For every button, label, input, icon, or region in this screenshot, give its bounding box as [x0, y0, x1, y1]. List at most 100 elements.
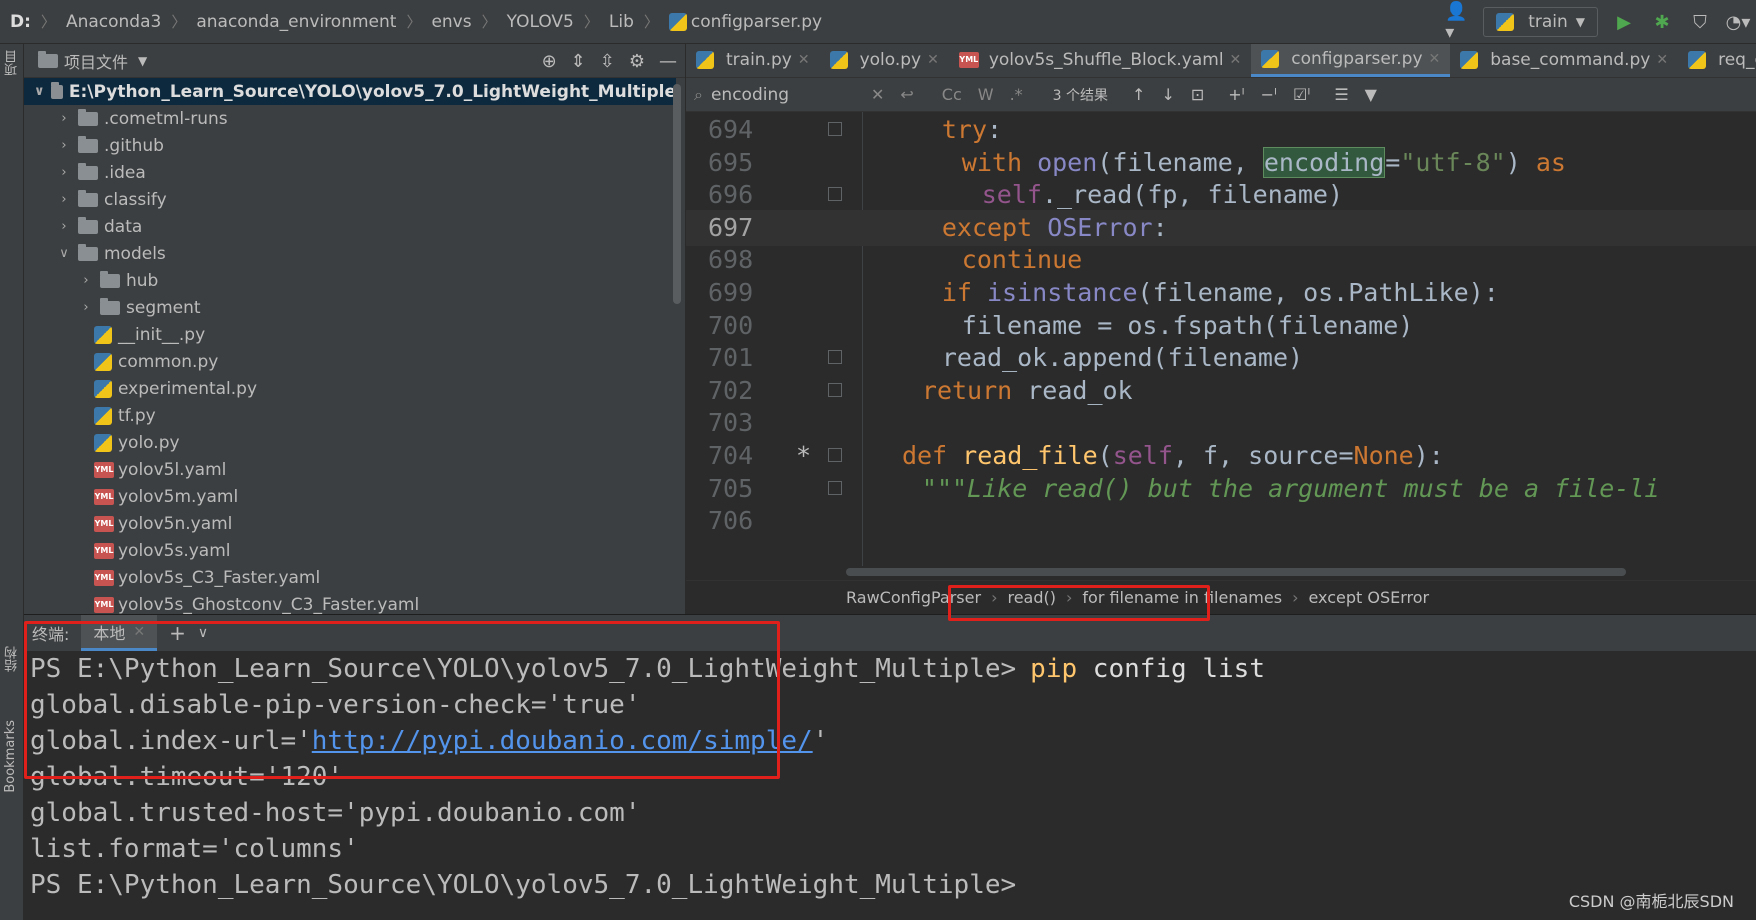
breadcrumb-item[interactable]: Lib	[609, 12, 634, 32]
tree-item[interactable]: yolo.py	[24, 429, 676, 456]
search-input[interactable]	[710, 84, 871, 105]
history-icon[interactable]: ↩	[900, 85, 913, 104]
words-toggle[interactable]: W	[978, 85, 994, 104]
arrow-up-icon[interactable]: ↑	[1132, 85, 1145, 104]
code-line[interactable]: 701 read_ok.append(filename)	[686, 340, 1756, 376]
tree-item[interactable]: › classify	[24, 186, 676, 213]
tree-item[interactable]: YML yolov5n.yaml	[24, 510, 676, 537]
tree-item[interactable]: › data	[24, 213, 676, 240]
tree-item[interactable]: ∨ E:\Python_Learn_Source\YOLO\yolov5_7.0_…	[24, 78, 676, 105]
breadcrumb-file[interactable]: configparser.py	[691, 12, 822, 32]
code-line[interactable]: 704 * def read_file(self, f, source=None):	[686, 438, 1756, 474]
add-occurrence-icon[interactable]: +ᴵ	[1228, 85, 1244, 104]
chevron-right-icon[interactable]: ›	[56, 138, 72, 153]
tree-item[interactable]: › .idea	[24, 159, 676, 186]
select-all-icon[interactable]: ⊡	[1191, 85, 1204, 104]
chevron-right-icon[interactable]: ›	[78, 300, 94, 315]
locate-icon[interactable]: ⊕	[542, 51, 557, 72]
chevron-right-icon[interactable]: ›	[56, 165, 72, 180]
tree-item[interactable]: › segment	[24, 294, 676, 321]
code-line[interactable]: 696 self._read(fp, filename)	[686, 177, 1756, 213]
expand-all-icon[interactable]: ⇕	[571, 51, 586, 72]
run-icon[interactable]: ▶	[1612, 10, 1636, 34]
select-occurrences-icon[interactable]: ☑ᴵ	[1293, 85, 1310, 104]
chevron-right-icon[interactable]: ›	[78, 273, 94, 288]
user-icon[interactable]: 👤▾	[1445, 1, 1469, 43]
tree-item[interactable]: › .cometml-runs	[24, 105, 676, 132]
bookmarks-tool-label[interactable]: Bookmarks	[3, 720, 18, 793]
hide-icon[interactable]: —	[659, 51, 677, 72]
fold-marker-icon[interactable]	[828, 187, 842, 202]
editor-tab[interactable]: req_command.	[1678, 44, 1756, 77]
code-line[interactable]: 702 return read_ok	[686, 373, 1756, 409]
chevron-right-icon[interactable]: ›	[56, 192, 72, 207]
tree-item[interactable]: tf.py	[24, 402, 676, 429]
code-editor[interactable]: 694 try: 695 with open(filename, encoding="…	[686, 112, 1756, 566]
tree-item[interactable]: YML yolov5l.yaml	[24, 456, 676, 483]
editor-tab[interactable]: YML yolov5s_Shuffle_Block.yaml ✕	[949, 44, 1251, 77]
tree-item[interactable]: ∨ models	[24, 240, 676, 267]
fold-marker-icon[interactable]	[828, 122, 842, 136]
filter-lines-icon[interactable]: ☰	[1334, 85, 1348, 104]
chevron-down-icon[interactable]: ▼	[138, 54, 147, 68]
chevron-right-icon[interactable]: ›	[56, 219, 72, 234]
breadcrumb-drive[interactable]: D:	[10, 12, 31, 32]
code-line[interactable]: 706	[686, 503, 1756, 539]
editor-tab[interactable]: configparser.py ✕	[1251, 44, 1451, 77]
structure-tool-label[interactable]: 结构	[3, 646, 22, 672]
tree-item[interactable]: YML yolov5s_C3_Faster.yaml	[24, 564, 676, 591]
collapse-all-icon[interactable]: ⇳	[600, 51, 615, 72]
breadcrumb-item[interactable]: YOLOV5	[507, 12, 574, 32]
filter-icon[interactable]: ▼	[1365, 85, 1377, 104]
breadcrumb-item[interactable]: envs	[431, 12, 471, 32]
code-line[interactable]: 698 continue	[686, 242, 1756, 278]
code-line[interactable]: 705 """Like read() but the argument must …	[686, 471, 1756, 507]
tree-item[interactable]: YML yolov5m.yaml	[24, 483, 676, 510]
tree-item[interactable]: › hub	[24, 267, 676, 294]
match-case-toggle[interactable]: Cc	[942, 85, 962, 104]
regex-toggle[interactable]: .*	[1010, 85, 1023, 104]
code-line[interactable]: 697 except OSError:	[686, 209, 1756, 246]
profile-icon[interactable]: ◔▾	[1726, 10, 1751, 34]
project-tool-label[interactable]: 项目	[3, 50, 22, 76]
code-line[interactable]: 699 if isinstance(filename, os.PathLike):	[686, 275, 1756, 311]
chevron-down-icon[interactable]: ∨	[34, 84, 45, 99]
tree-item[interactable]: __init__.py	[24, 321, 676, 348]
tree-item[interactable]: YML yolov5s_Ghostconv_C3_Faster.yaml	[24, 591, 676, 614]
debug-icon[interactable]: ✱	[1650, 10, 1674, 34]
close-icon[interactable]: ✕	[1656, 52, 1668, 68]
editor-tab[interactable]: yolo.py ✕	[820, 44, 949, 77]
arrow-down-icon[interactable]: ↓	[1161, 85, 1174, 104]
fold-marker-icon[interactable]	[828, 480, 842, 495]
coverage-icon[interactable]: ⛉	[1688, 10, 1712, 34]
editor-breadcrumb-item[interactable]: except OSError	[1308, 588, 1429, 607]
scrollbar[interactable]	[673, 84, 681, 304]
breadcrumb-item[interactable]: Anaconda3	[66, 12, 161, 32]
code-line[interactable]: 703	[686, 405, 1756, 441]
fold-marker-icon[interactable]	[828, 350, 842, 365]
chevron-right-icon[interactable]: ›	[56, 111, 72, 126]
tree-item[interactable]: › .github	[24, 132, 676, 159]
breadcrumb-item[interactable]: anaconda_environment	[196, 12, 396, 32]
remove-occurrence-icon[interactable]: −ᴵ	[1261, 85, 1277, 104]
editor-tab[interactable]: base_command.py ✕	[1450, 44, 1678, 77]
close-icon[interactable]: ✕	[1429, 51, 1441, 67]
editor-tab[interactable]: train.py ✕	[686, 44, 820, 77]
horizontal-scrollbar[interactable]	[846, 568, 1626, 576]
close-icon[interactable]: ✕	[798, 52, 810, 68]
close-icon[interactable]: ✕	[927, 52, 939, 68]
clear-icon[interactable]: ✕	[871, 85, 884, 104]
fold-marker-icon[interactable]	[828, 382, 842, 397]
run-config-select[interactable]: train ▼	[1483, 7, 1598, 37]
code-line[interactable]: 700 filename = os.fspath(filename)	[686, 308, 1756, 344]
tree-item[interactable]: experimental.py	[24, 375, 676, 402]
gear-icon[interactable]: ⚙	[629, 51, 645, 72]
code-line[interactable]: 694 try:	[686, 112, 1756, 148]
fold-marker-icon[interactable]	[828, 448, 842, 462]
code-line[interactable]: 695 with open(filename, encoding="utf-8")…	[686, 145, 1756, 181]
tree-item[interactable]: common.py	[24, 348, 676, 375]
project-panel-title[interactable]: 项目文件	[64, 49, 128, 73]
close-icon[interactable]: ✕	[1230, 52, 1242, 68]
chevron-down-icon[interactable]: ∨	[56, 246, 72, 261]
tree-item[interactable]: YML yolov5s.yaml	[24, 537, 676, 564]
